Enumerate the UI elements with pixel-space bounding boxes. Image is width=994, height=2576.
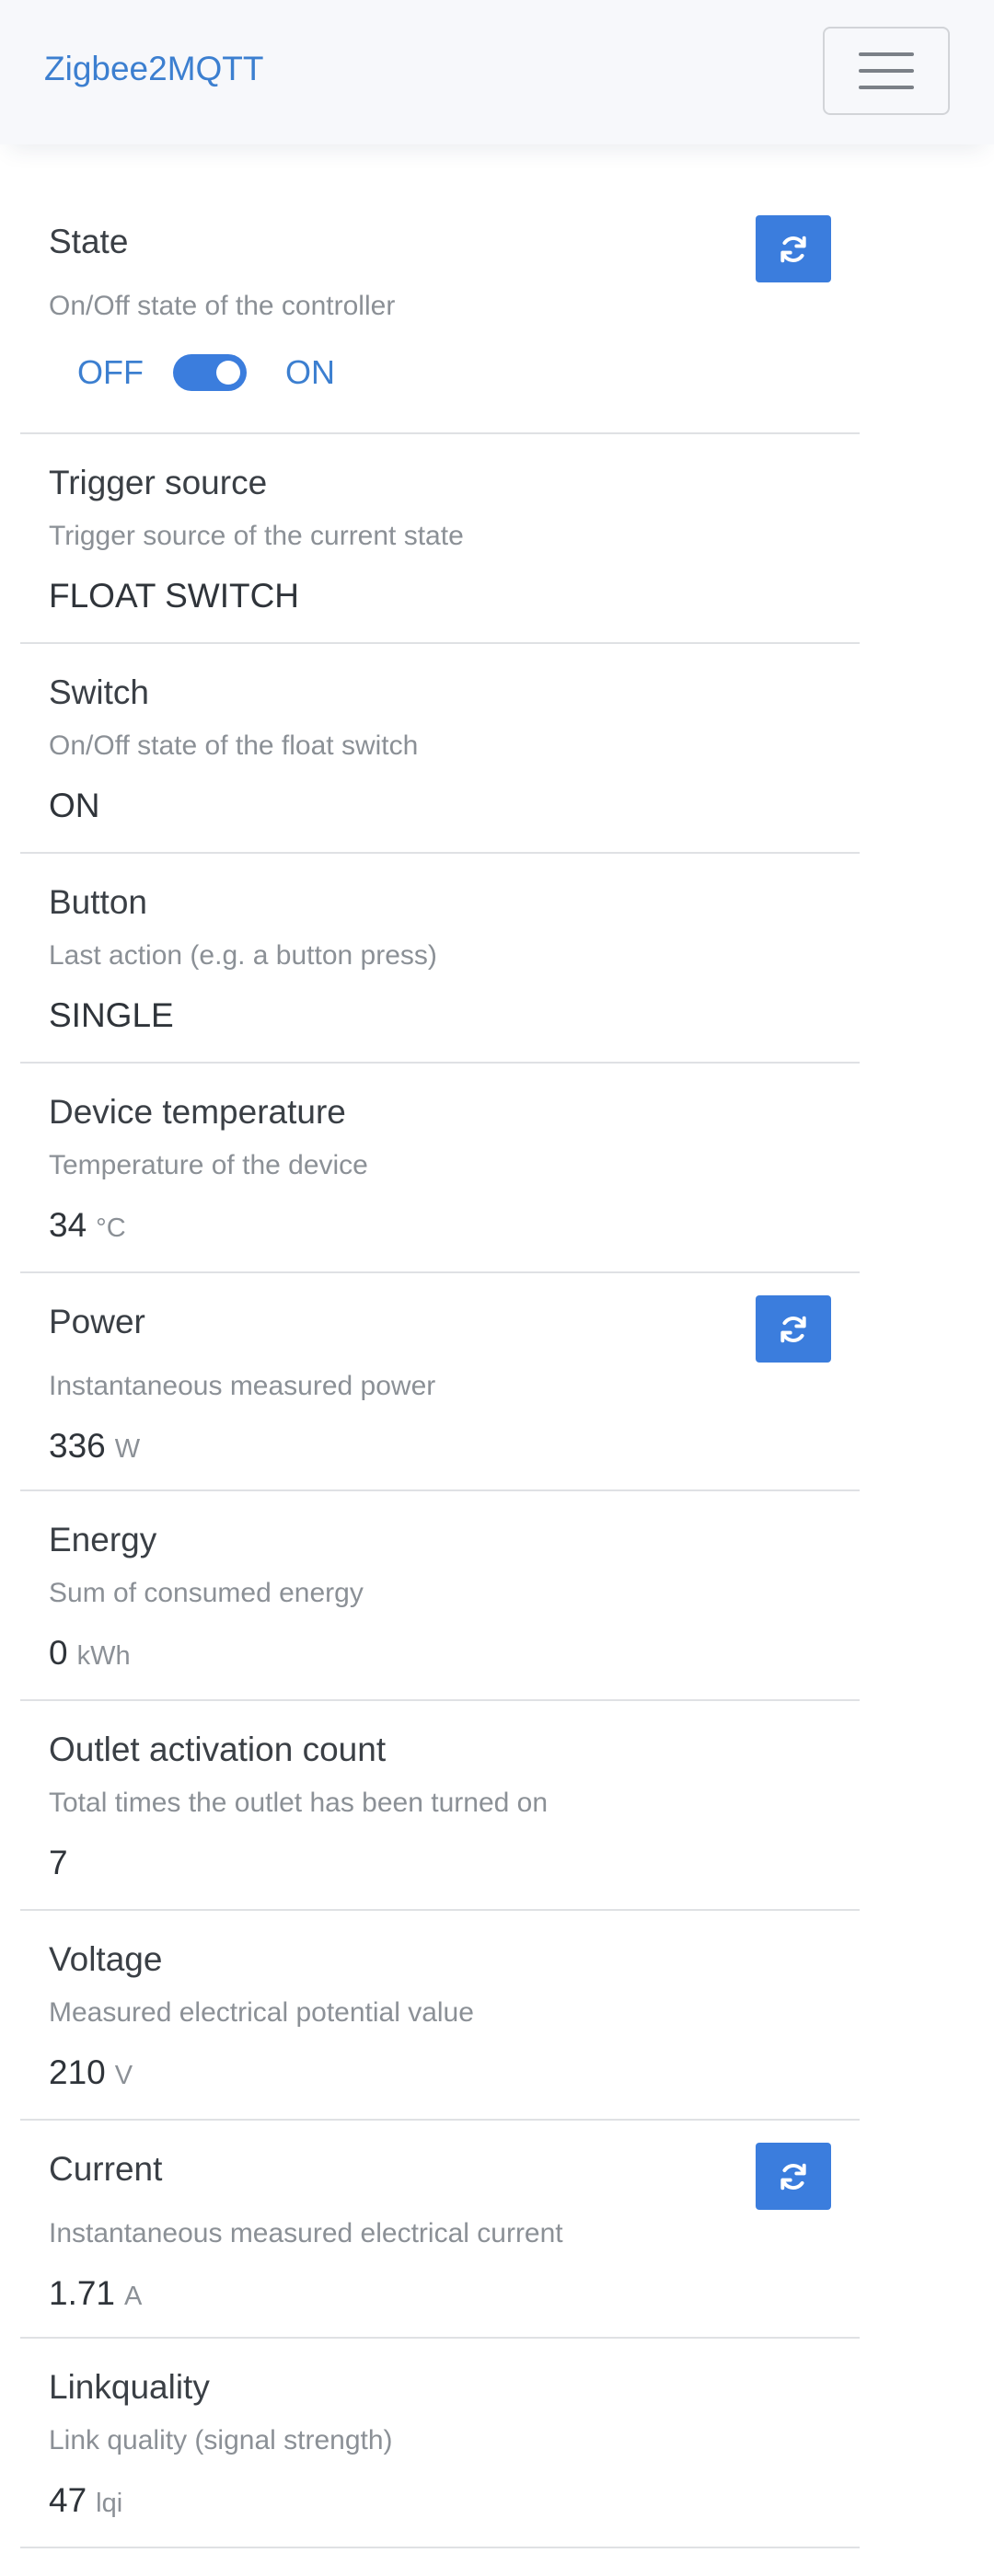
refresh-icon [780, 1316, 806, 1342]
value-number: 336 [49, 1427, 106, 1465]
value-number: 0 [49, 1634, 68, 1672]
value-unit: A [124, 2282, 143, 2311]
value-number: 34 [49, 1206, 87, 1244]
state-refresh-button[interactable] [756, 215, 831, 282]
feature-value: 0 kWh [49, 1634, 131, 1673]
feature-title: State [49, 223, 129, 260]
feature-title: Outlet activation count [49, 1731, 387, 1768]
feature-state: State On/Off state of the controller OFF… [20, 180, 860, 434]
feature-description: Trigger source of the current state [49, 521, 464, 551]
feature-voltage: Voltage Measured electrical potential va… [20, 1911, 860, 2121]
switch-knob [215, 361, 240, 385]
feature-description: Measured electrical potential value [49, 1997, 474, 2028]
current-refresh-button[interactable] [756, 2143, 831, 2210]
feature-value: 336 W [49, 1427, 140, 1466]
feature-value: FLOAT SWITCH [49, 577, 300, 615]
feature-description: Total times the outlet has been turned o… [49, 1788, 549, 1818]
feature-outlet-activation-count: Outlet activation count Total times the … [20, 1701, 860, 1911]
feature-button: Button Last action (e.g. a button press)… [20, 854, 860, 1064]
feature-title: Trigger source [49, 464, 268, 501]
hamburger-icon-bar [859, 52, 914, 56]
navbar: Zigbee2MQTT [0, 0, 994, 144]
value-unit: lqi [96, 2489, 123, 2518]
value-number: 210 [49, 2053, 106, 2091]
feature-description: Instantaneous measured electrical curren… [49, 2218, 563, 2248]
hamburger-icon-bar [859, 69, 914, 73]
feature-trigger-source: Trigger source Trigger source of the cur… [20, 434, 860, 644]
feature-description: On/Off state of the float switch [49, 730, 419, 761]
feature-switch: Switch On/Off state of the float switch … [20, 644, 860, 854]
feature-title: Linkquality [49, 2368, 210, 2406]
refresh-icon [780, 2163, 806, 2190]
power-refresh-button[interactable] [756, 1295, 831, 1363]
value-unit: °C [96, 1213, 126, 1243]
feature-title: Current [49, 2150, 163, 2188]
feature-linkquality: Linkquality Link quality (signal strengt… [20, 2339, 860, 2548]
feature-description: Last action (e.g. a button press) [49, 940, 437, 971]
feature-description: Temperature of the device [49, 1150, 368, 1180]
feature-energy: Energy Sum of consumed energy 0 kWh [20, 1491, 860, 1701]
refresh-icon [780, 236, 806, 262]
value-number: 1.71 [49, 2274, 116, 2312]
feature-value: 47 lqi [49, 2481, 122, 2520]
feature-value: 7 [49, 1844, 68, 1881]
hamburger-icon-bar [859, 86, 914, 89]
menu-toggle-button[interactable] [823, 27, 950, 115]
feature-power: Power Instantaneous measured power 336 W [20, 1273, 860, 1491]
brand-link[interactable]: Zigbee2MQTT [44, 50, 264, 88]
toggle-off-label[interactable]: OFF [77, 353, 144, 392]
value-unit: W [114, 1434, 141, 1464]
feature-title: Power [49, 1303, 145, 1340]
feature-value: 34 °C [49, 1206, 126, 1245]
feature-title: Device temperature [49, 1093, 346, 1131]
feature-list: State On/Off state of the controller OFF… [20, 180, 860, 2548]
state-toggle-row: OFF ON [77, 353, 335, 392]
feature-value: SINGLE [49, 996, 174, 1034]
feature-title: Switch [49, 673, 149, 711]
value-number: 47 [49, 2481, 87, 2519]
feature-value: ON [49, 787, 100, 824]
feature-title: Button [49, 883, 147, 921]
value-unit: kWh [76, 1641, 131, 1671]
feature-title: Energy [49, 1521, 157, 1558]
feature-description: Instantaneous measured power [49, 1371, 436, 1401]
feature-current: Current Instantaneous measured electrica… [20, 2121, 860, 2339]
feature-title: Voltage [49, 1940, 163, 1978]
feature-description: On/Off state of the controller [49, 291, 396, 321]
feature-value: 1.71 A [49, 2274, 142, 2313]
toggle-on-label[interactable]: ON [285, 353, 335, 392]
value-unit: V [114, 2061, 133, 2090]
feature-description: Link quality (signal strength) [49, 2425, 393, 2455]
feature-device-temperature: Device temperature Temperature of the de… [20, 1064, 860, 1273]
feature-value: 210 V [49, 2053, 133, 2092]
feature-description: Sum of consumed energy [49, 1578, 364, 1608]
state-toggle-switch[interactable] [172, 354, 247, 391]
